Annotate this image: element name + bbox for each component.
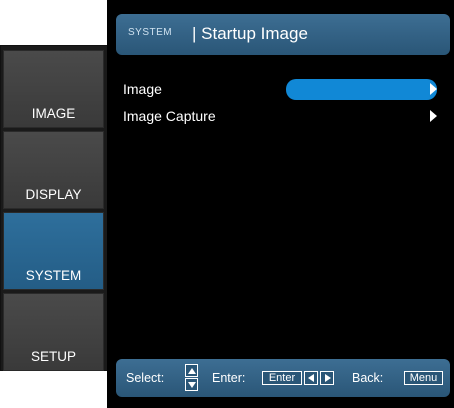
arrow-down-icon [188,382,196,388]
back-hint-label: Back: [352,371,384,385]
menu-tab-column: IMAGE DISPLAY SYSTEM SETUP [0,45,108,371]
tab-system-label: SYSTEM [25,268,82,283]
arrow-right-key [320,371,334,385]
tab-system[interactable]: SYSTEM [3,212,104,290]
page-header: SYSTEM | Startup Image [116,14,450,55]
tab-setup-label: SETUP [30,349,76,364]
enter-hint-label: Enter: [212,371,246,385]
tab-image-label: IMAGE [31,106,76,121]
arrow-left-icon [308,374,314,382]
key-hint-bar: Select: Enter: Enter Back: Menu [116,359,450,397]
tab-display[interactable]: DISPLAY [3,131,104,209]
menu-key: Menu [404,371,443,385]
arrow-up-icon [188,368,196,374]
menu-item-image-capture[interactable]: Image Capture [123,106,443,126]
menu-item-image-label: Image [123,81,162,97]
menu-item-image[interactable]: Image [123,79,443,100]
chevron-right-icon [430,83,437,95]
page-title: | Startup Image [192,24,308,43]
arrow-right-icon [325,374,331,382]
select-hint-label: Select: [126,371,165,385]
menu-item-image-capture-label: Image Capture [123,108,216,124]
arrow-up-key [185,364,198,377]
arrow-down-key [185,378,198,391]
tab-setup[interactable]: SETUP [3,293,104,371]
osd-panel: SYSTEM | Startup Image Image Image Captu… [107,0,454,408]
tab-image[interactable]: IMAGE [3,50,104,128]
header-category: SYSTEM [128,27,173,38]
select-keys [185,364,198,391]
tab-display-label: DISPLAY [25,187,82,202]
chevron-right-icon [430,110,437,122]
selection-highlight[interactable] [286,79,437,100]
arrow-left-key [304,371,318,385]
enter-key: Enter [262,371,302,385]
